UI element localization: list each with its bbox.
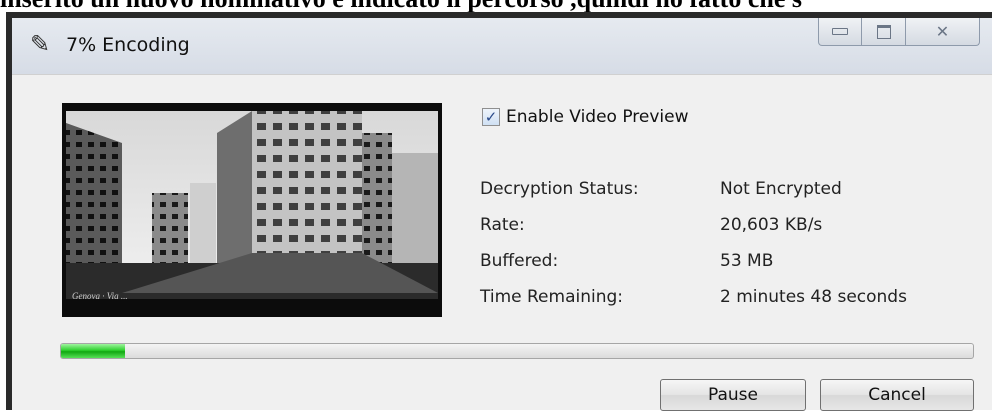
caption-buttons: ✕ [818, 18, 980, 48]
progress-fill [61, 344, 125, 358]
pause-button[interactable]: Pause [660, 379, 806, 411]
cancel-button[interactable]: Cancel [820, 379, 974, 411]
video-preview: Genova · Via ... [62, 103, 442, 317]
video-frame-image: Genova · Via ... [62, 103, 442, 317]
rate-value: 20,603 KB/s [720, 215, 823, 235]
rate-label: Rate: [480, 215, 525, 235]
encoding-icon: ✎ [29, 31, 51, 58]
enable-video-preview-checkbox[interactable]: ✓ [482, 108, 500, 126]
buffered-value: 53 MB [720, 251, 774, 271]
title-bar[interactable]: ✎ 7% Encoding ✕ [12, 18, 992, 74]
buffered-label: Buffered: [480, 251, 559, 271]
decryption-status-label: Decryption Status: [480, 179, 639, 199]
encoding-dialog: ✎ 7% Encoding ✕ Genova · Via ... ✓ Enabl… [6, 12, 992, 411]
enable-video-preview-label: Enable Video Preview [506, 107, 689, 127]
enable-video-preview-row[interactable]: ✓ Enable Video Preview [482, 107, 689, 127]
dialog-content: Genova · Via ... ✓ Enable Video Preview … [12, 74, 992, 411]
minimize-icon [832, 28, 848, 35]
encoding-progress-bar [60, 343, 974, 359]
maximize-button[interactable] [862, 18, 906, 46]
preview-caption: Genova · Via ... [72, 291, 128, 301]
maximize-icon [876, 24, 891, 39]
time-remaining-value: 2 minutes 48 seconds [720, 287, 907, 307]
close-button[interactable]: ✕ [906, 18, 980, 46]
time-remaining-label: Time Remaining: [480, 287, 624, 307]
window-title: 7% Encoding [66, 34, 190, 56]
close-icon: ✕ [935, 23, 950, 41]
minimize-button[interactable] [818, 18, 862, 46]
decryption-status-value: Not Encrypted [720, 179, 842, 199]
